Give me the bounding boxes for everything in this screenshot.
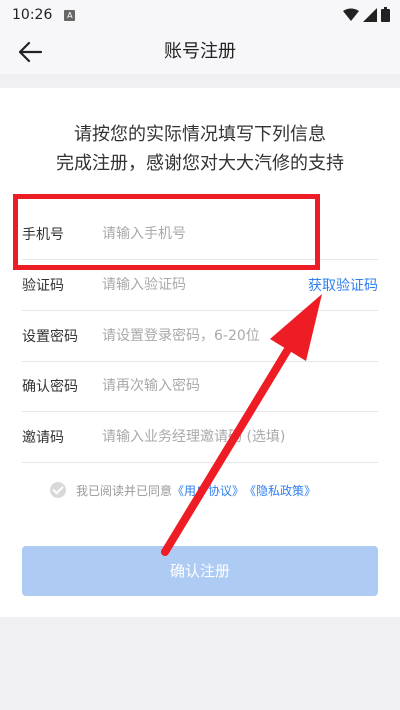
signal-icon [363, 7, 377, 22]
phone-input[interactable] [102, 226, 378, 242]
invite-row: 邀请码 [22, 412, 378, 463]
status-icons [343, 7, 390, 22]
registration-form: 请按您的实际情况填写下列信息 完成注册，感谢您对大大汽修的支持 手机号 验证码 … [0, 88, 400, 617]
password-row: 设置密码 [22, 311, 378, 362]
notification-a-icon: A [64, 9, 76, 21]
password-label: 设置密码 [22, 329, 78, 345]
confirm-password-row: 确认密码 [22, 361, 378, 412]
code-row: 验证码 获取验证码 [22, 260, 378, 311]
nav-bar: 账号注册 [0, 30, 400, 74]
intro-line-2: 完成注册，感谢您对大大汽修的支持 [56, 153, 344, 174]
code-label: 验证码 [22, 278, 64, 294]
password-input[interactable] [102, 328, 378, 344]
intro-line-1: 请按您的实际情况填写下列信息 [74, 124, 326, 145]
phone-label: 手机号 [22, 227, 64, 243]
invite-label: 邀请码 [22, 430, 64, 446]
privacy-policy-link[interactable]: 《隐私政策》 [244, 482, 316, 499]
agreement-prefix: 我已阅读并已同意 [76, 483, 173, 498]
battery-icon [381, 7, 390, 22]
status-time: 10:26 [12, 7, 53, 23]
wifi-icon [343, 8, 359, 21]
agree-checkbox[interactable] [50, 482, 66, 498]
confirm-password-label: 确认密码 [22, 379, 78, 395]
phone-row: 手机号 [22, 209, 378, 260]
user-agreement-link[interactable]: 《用户协议》 [172, 482, 244, 499]
intro-text: 请按您的实际情况填写下列信息 完成注册，感谢您对大大汽修的支持 [0, 120, 400, 178]
confirm-password-input[interactable] [102, 378, 378, 394]
get-code-button[interactable]: 获取验证码 [308, 275, 378, 295]
status-bar: 10:26 A [0, 0, 400, 30]
page-title: 账号注册 [164, 41, 236, 62]
invite-input[interactable] [102, 429, 378, 445]
code-input[interactable] [102, 277, 308, 293]
submit-button[interactable]: 确认注册 [22, 546, 378, 596]
agreement-row: 我已阅读并已同意 《用户协议》 《隐私政策》 [50, 480, 316, 500]
